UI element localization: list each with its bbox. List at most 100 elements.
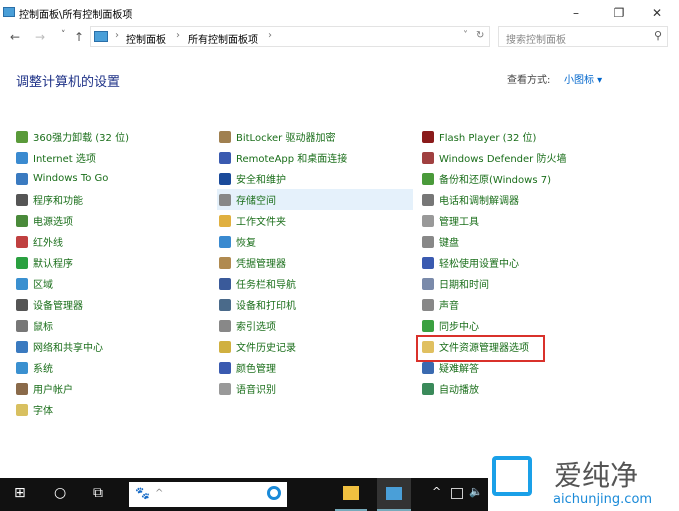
item-icon	[219, 298, 231, 311]
item-label: 同步中心	[439, 322, 479, 333]
item-label: RemoteApp 和桌面连接	[236, 154, 348, 165]
volume-icon[interactable]: 🔈	[469, 485, 483, 498]
up-button[interactable]: ↑	[74, 30, 84, 44]
control-panel-item[interactable]: Internet 选项	[14, 147, 210, 168]
control-panel-item[interactable]: Windows Defender 防火墙	[420, 147, 616, 168]
item-label: 颜色管理	[236, 364, 276, 375]
search-go-icon[interactable]	[267, 486, 281, 500]
item-icon	[422, 214, 434, 227]
control-panel-item[interactable]: 日期和时间	[420, 273, 616, 294]
item-label: 恢复	[236, 238, 256, 249]
control-panel-item[interactable]: 凭据管理器	[217, 252, 413, 273]
control-panel-item[interactable]: 声音	[420, 294, 616, 315]
control-panel-item[interactable]: BitLocker 驱动器加密	[217, 126, 413, 147]
control-panel-icon	[386, 487, 402, 500]
control-panel-item[interactable]: 索引选项	[217, 315, 413, 336]
forward-button[interactable]: →	[35, 30, 45, 44]
item-icon	[422, 298, 434, 311]
control-panel-item[interactable]: 自动播放	[420, 378, 616, 399]
item-icon	[422, 319, 434, 332]
control-panel-item[interactable]: 鼠标	[14, 315, 210, 336]
control-panel-item[interactable]: RemoteApp 和桌面连接	[217, 147, 413, 168]
item-icon	[16, 151, 28, 164]
control-panel-item[interactable]: 语音识别	[217, 378, 413, 399]
watermark-logo: 爱纯净 aichunjing.com	[488, 452, 679, 511]
control-panel-item[interactable]: 用户帐户	[14, 378, 210, 399]
control-panel-item[interactable]: 轻松使用设置中心	[420, 252, 616, 273]
refresh-button[interactable]: ↻	[476, 30, 484, 41]
item-label: 自动播放	[439, 385, 479, 396]
control-panel-item[interactable]: 备份和还原(Windows 7)	[420, 168, 616, 189]
item-icon	[219, 151, 231, 164]
control-panel-item[interactable]: 管理工具	[420, 210, 616, 231]
item-label: 日期和时间	[439, 280, 489, 291]
cortana-button[interactable]: ○	[54, 485, 66, 501]
search-icon[interactable]: ⚲	[654, 29, 662, 42]
control-panel-item[interactable]: Flash Player (32 位)	[420, 126, 616, 147]
item-label: 电源选项	[33, 217, 73, 228]
close-button[interactable]: ✕	[642, 3, 672, 23]
control-panel-item[interactable]: 同步中心	[420, 315, 616, 336]
control-panel-taskbar-button[interactable]	[377, 478, 411, 511]
item-icon	[219, 361, 231, 374]
item-label: 电话和调制解调器	[439, 196, 519, 207]
item-label: 工作文件夹	[236, 217, 286, 228]
item-label: 用户帐户	[33, 385, 73, 396]
control-panel-item[interactable]: 存储空间	[217, 189, 413, 210]
item-label: Flash Player (32 位)	[439, 133, 537, 144]
control-panel-item[interactable]: 设备和打印机	[217, 294, 413, 315]
control-panel-item[interactable]: 设备管理器	[14, 294, 210, 315]
breadcrumb-control-panel[interactable]: 控制面板	[126, 31, 166, 46]
control-panel-item[interactable]: 电话和调制解调器	[420, 189, 616, 210]
column-2: BitLocker 驱动器加密 RemoteApp 和桌面连接 安全和维护存储空间工…	[217, 126, 413, 399]
control-panel-item[interactable]: 电源选项	[14, 210, 210, 231]
control-panel-item[interactable]: Windows To Go	[14, 168, 210, 189]
recent-locations-button[interactable]: ˅	[61, 30, 66, 40]
item-icon	[16, 193, 28, 206]
minimize-button[interactable]: –	[561, 3, 591, 23]
item-label: 安全和维护	[236, 175, 286, 186]
item-icon	[422, 256, 434, 269]
control-panel-item[interactable]: 任务栏和导航	[217, 273, 413, 294]
control-panel-item[interactable]: 程序和功能	[14, 189, 210, 210]
view-by-label: 查看方式:	[507, 75, 551, 86]
control-panel-item[interactable]: 工作文件夹	[217, 210, 413, 231]
item-icon	[422, 382, 434, 395]
task-view-button[interactable]: ⧉	[93, 485, 103, 501]
control-panel-item[interactable]: 默认程序	[14, 252, 210, 273]
back-button[interactable]: ←	[10, 30, 20, 44]
address-dropdown-button[interactable]: ˅	[463, 30, 468, 41]
control-panel-item[interactable]: 恢复	[217, 231, 413, 252]
control-panel-item[interactable]: 颜色管理	[217, 357, 413, 378]
item-icon	[219, 277, 231, 290]
control-panel-item[interactable]: 系统	[14, 357, 210, 378]
control-panel-item[interactable]: 红外线	[14, 231, 210, 252]
control-panel-icon	[94, 31, 108, 42]
control-panel-item[interactable]: 360强力卸载 (32 位)	[14, 126, 210, 147]
search-input[interactable]: 搜索控制面板 ⚲	[498, 26, 668, 47]
breadcrumb-separator: ›	[176, 30, 180, 41]
address-bar[interactable]: › 控制面板 › 所有控制面板项 › ˅ ↻	[90, 26, 490, 47]
item-label: 任务栏和导航	[236, 280, 296, 291]
control-panel-item[interactable]: 区域	[14, 273, 210, 294]
watermark-cn: 爱纯净	[554, 459, 639, 492]
breadcrumb-all-items[interactable]: 所有控制面板项	[188, 31, 258, 46]
view-by-dropdown[interactable]: 小图标 ▾	[564, 71, 602, 86]
file-explorer-taskbar-button[interactable]	[335, 478, 367, 511]
maximize-button[interactable]: ❐	[604, 3, 634, 23]
item-label: 凭据管理器	[236, 259, 286, 270]
caret-icon: ^	[155, 488, 164, 499]
taskbar-search-box[interactable]: 🐾 ^	[129, 482, 287, 507]
control-panel-item[interactable]: 文件历史记录	[217, 336, 413, 357]
item-label: 设备管理器	[33, 301, 83, 312]
item-icon	[219, 235, 231, 248]
control-panel-item[interactable]: 键盘	[420, 231, 616, 252]
title-bar: 控制面板\所有控制面板项 – ❐ ✕	[0, 0, 679, 26]
control-panel-item[interactable]: 字体	[14, 399, 210, 420]
start-button[interactable]: ⊞	[14, 485, 26, 501]
item-label: 字体	[33, 406, 53, 417]
control-panel-item[interactable]: 安全和维护	[217, 168, 413, 189]
network-icon[interactable]	[451, 488, 463, 499]
control-panel-item[interactable]: 网络和共享中心	[14, 336, 210, 357]
tray-expand-button[interactable]: ^	[432, 485, 441, 498]
